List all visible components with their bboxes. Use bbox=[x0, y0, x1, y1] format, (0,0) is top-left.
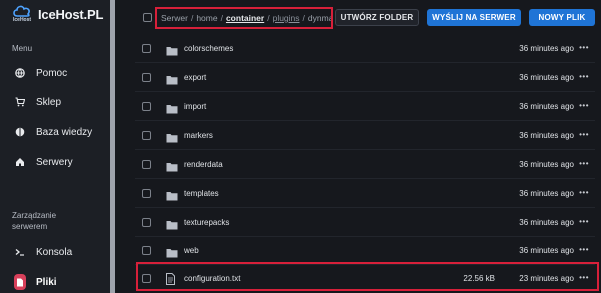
modified-time: 36 minutes ago bbox=[519, 130, 574, 140]
breadcrumb-container[interactable]: container bbox=[226, 13, 264, 23]
more-options-icon[interactable]: ••• bbox=[579, 131, 589, 139]
home-icon bbox=[14, 156, 26, 168]
breadcrumb-dynmap[interactable]: dynmap bbox=[308, 13, 331, 23]
cart-icon bbox=[14, 96, 26, 108]
breadcrumb-root[interactable]: Serwer bbox=[161, 13, 188, 23]
breadcrumb-home[interactable]: home bbox=[196, 13, 217, 23]
sidebar-item-sklep[interactable]: Sklep bbox=[0, 92, 110, 112]
row-divider bbox=[135, 149, 595, 150]
folder-icon bbox=[166, 217, 178, 230]
file-name: texturepacks bbox=[184, 217, 230, 227]
menu-heading: Menu bbox=[12, 44, 33, 53]
manage-heading-line2: serwerem bbox=[12, 222, 48, 231]
cloud-logo-icon: IceHost bbox=[12, 4, 34, 24]
more-options-icon[interactable]: ••• bbox=[579, 160, 589, 168]
upload-button[interactable]: WYŚLIJ NA SERWER bbox=[427, 9, 521, 26]
sidebar-item-label: Konsola bbox=[36, 246, 73, 258]
file-name: colorschemes bbox=[184, 43, 234, 53]
row-checkbox[interactable] bbox=[142, 44, 151, 53]
more-options-icon[interactable]: ••• bbox=[579, 218, 589, 226]
modified-time: 36 minutes ago bbox=[519, 159, 574, 169]
folder-icon bbox=[166, 188, 178, 201]
folder-row[interactable]: texturepacks 36 minutes ago ••• bbox=[135, 212, 595, 232]
more-options-icon[interactable]: ••• bbox=[579, 44, 589, 52]
breadcrumb: Serwer / home / container / plugins / dy… bbox=[155, 7, 333, 29]
row-divider bbox=[135, 178, 595, 179]
modified-time: 36 minutes ago bbox=[519, 101, 574, 111]
file-name: renderdata bbox=[184, 159, 223, 169]
highlight-box bbox=[136, 262, 599, 291]
folder-icon bbox=[166, 159, 178, 172]
sidebar-item-label: Pliki bbox=[36, 276, 57, 288]
sidebar-item-label: Baza wiedzy bbox=[36, 126, 93, 138]
globe-icon bbox=[14, 67, 26, 79]
row-checkbox[interactable] bbox=[142, 73, 151, 82]
modified-time: 36 minutes ago bbox=[519, 43, 574, 53]
folder-row[interactable]: templates 36 minutes ago ••• bbox=[135, 183, 595, 203]
sidebar-item-konsola[interactable]: Konsola bbox=[0, 242, 110, 262]
file-name: web bbox=[184, 245, 199, 255]
more-options-icon[interactable]: ••• bbox=[579, 246, 589, 254]
row-divider bbox=[135, 120, 595, 121]
modified-time: 36 minutes ago bbox=[519, 72, 574, 82]
modified-time: 36 minutes ago bbox=[519, 188, 574, 198]
row-divider bbox=[135, 62, 595, 63]
breadcrumb-separator: / bbox=[190, 13, 194, 23]
create-folder-button[interactable]: UTWÓRZ FOLDER bbox=[335, 9, 419, 26]
row-divider bbox=[135, 207, 595, 208]
breadcrumb-separator: / bbox=[302, 13, 305, 23]
modified-time: 36 minutes ago bbox=[519, 245, 574, 255]
sidebar-item-label: Serwery bbox=[36, 156, 73, 168]
logo[interactable]: IceHost IceHost.PL bbox=[12, 4, 103, 24]
sidebar-item-label: Sklep bbox=[36, 96, 62, 108]
folder-icon bbox=[166, 245, 178, 258]
folder-row[interactable]: markers 36 minutes ago ••• bbox=[135, 125, 595, 145]
folder-row[interactable]: colorschemes 36 minutes ago ••• bbox=[135, 38, 595, 58]
file-name: markers bbox=[184, 130, 213, 140]
row-checkbox[interactable] bbox=[142, 246, 151, 255]
folder-row[interactable]: web 36 minutes ago ••• bbox=[135, 240, 595, 260]
row-divider bbox=[135, 91, 595, 92]
folder-row[interactable]: import 36 minutes ago ••• bbox=[135, 96, 595, 116]
sidebar-item-baza-wiedzy[interactable]: Baza wiedzy bbox=[0, 122, 110, 142]
breadcrumb-separator: / bbox=[267, 13, 270, 23]
folder-row[interactable]: renderdata 36 minutes ago ••• bbox=[135, 154, 595, 174]
row-divider bbox=[135, 236, 595, 237]
files-icon bbox=[14, 274, 26, 290]
file-name: templates bbox=[184, 188, 219, 198]
folder-icon bbox=[166, 130, 178, 143]
logo-subtext: IceHost bbox=[13, 17, 32, 23]
row-checkbox[interactable] bbox=[142, 102, 151, 111]
toolbar: Serwer / home / container / plugins / dy… bbox=[115, 0, 601, 34]
sidebar-item-pomoc[interactable]: Pomoc bbox=[0, 63, 110, 83]
folder-row[interactable]: export 36 minutes ago ••• bbox=[135, 67, 595, 87]
more-options-icon[interactable]: ••• bbox=[579, 102, 589, 110]
terminal-icon bbox=[14, 246, 26, 258]
folder-icon bbox=[166, 72, 178, 85]
modified-time: 36 minutes ago bbox=[519, 217, 574, 227]
breadcrumb-separator: / bbox=[220, 13, 223, 23]
manage-heading-line1: Zarządzanie bbox=[12, 211, 57, 220]
logo-text: IceHost.PL bbox=[38, 6, 104, 22]
row-checkbox[interactable] bbox=[142, 218, 151, 227]
sidebar-item-serwery[interactable]: Serwery bbox=[0, 152, 110, 172]
folder-icon bbox=[166, 101, 178, 114]
book-icon bbox=[14, 126, 26, 138]
folder-icon bbox=[166, 43, 178, 56]
file-name: import bbox=[184, 101, 207, 111]
row-checkbox[interactable] bbox=[142, 160, 151, 169]
row-checkbox[interactable] bbox=[142, 189, 151, 198]
sidebar: IceHost IceHost.PL Menu Pomoc Sklep Baza… bbox=[0, 0, 110, 293]
breadcrumb-plugins[interactable]: plugins bbox=[273, 13, 300, 23]
file-name: export bbox=[184, 72, 207, 82]
more-options-icon[interactable]: ••• bbox=[579, 73, 589, 81]
row-checkbox[interactable] bbox=[142, 131, 151, 140]
more-options-icon[interactable]: ••• bbox=[579, 189, 589, 197]
sidebar-item-label: Pomoc bbox=[36, 67, 68, 79]
sidebar-item-pliki[interactable]: Pliki bbox=[0, 272, 110, 292]
select-all-checkbox[interactable] bbox=[143, 13, 152, 22]
new-file-button[interactable]: NOWY PLIK bbox=[529, 9, 595, 26]
